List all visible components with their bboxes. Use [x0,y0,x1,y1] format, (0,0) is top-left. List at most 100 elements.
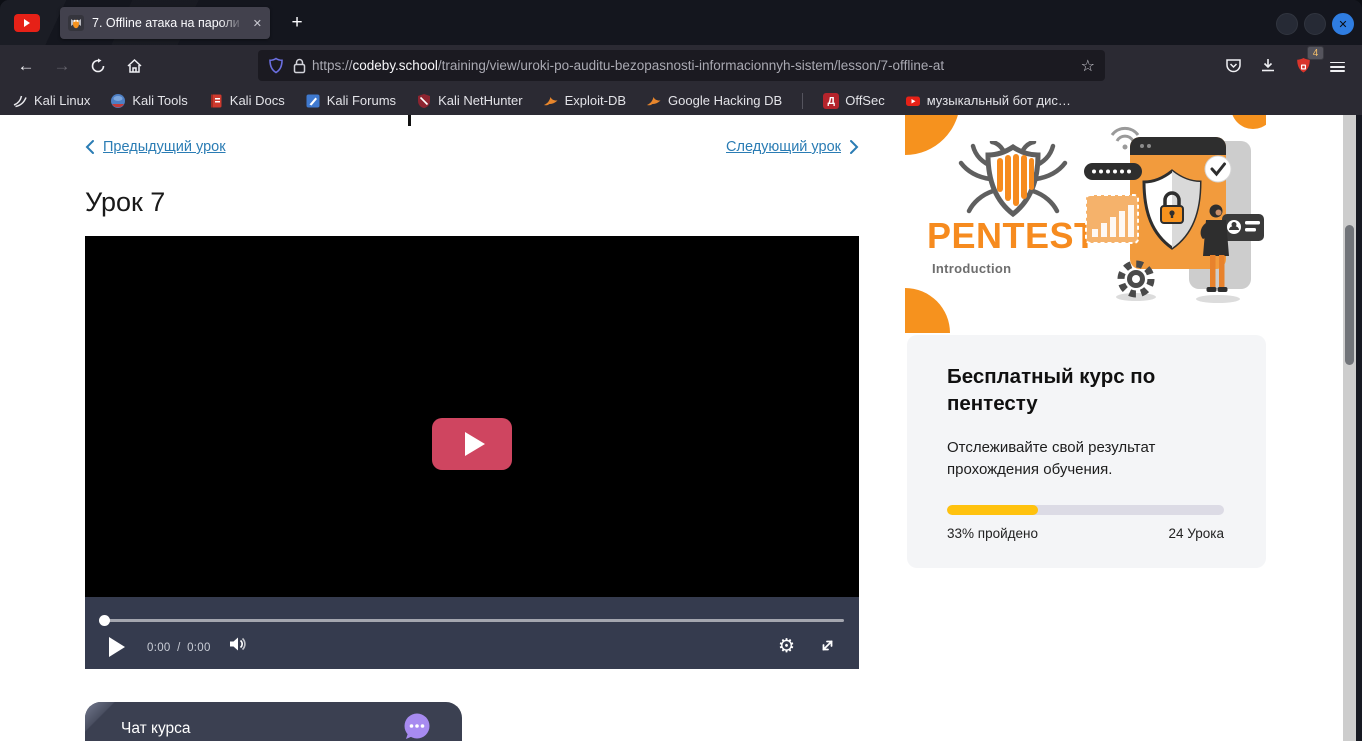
bookmark-kali-docs[interactable]: Kali Docs [208,93,285,109]
next-lesson-link[interactable]: Следующий урок [726,139,859,155]
fullscreen-icon [819,637,836,654]
home-icon [126,58,143,74]
bookmark-exploit-db[interactable]: Exploit-DB [543,93,626,108]
new-tab-button[interactable]: + [284,10,310,36]
exploitdb-bird-icon [543,94,559,108]
downloads-button[interactable] [1254,51,1282,79]
lessons-count-label: 24 Урока [1169,526,1224,541]
course-chat-widget[interactable]: Чат курса [85,702,462,741]
course-progress-card: Бесплатный курс по пентесту Отслеживайте… [907,335,1266,568]
youtube-play-icon [24,19,30,27]
page-scrollbar[interactable] [1343,115,1356,741]
volume-icon [228,635,248,653]
time-display: 0:00 / 0:00 [147,642,211,654]
play-icon [465,432,485,456]
progress-labels: 33% пройдено 24 Урока [947,526,1224,541]
course-title: Бесплатный курс по пентесту [947,363,1207,417]
home-button[interactable] [120,52,148,80]
browser-window: 7. Offline атака на пароли ✕ + ✕ ← → [0,0,1362,741]
pentest-spider-logo-icon [953,141,1073,221]
volume-button[interactable] [228,635,248,653]
url-domain: codeby.school [353,58,438,73]
url-scheme: https:// [312,58,353,73]
url-path: /training/view/uroki-po-auditu-bezopasno… [438,58,944,73]
chevron-left-icon [85,139,95,155]
progress-fill [947,505,1038,515]
seek-bar[interactable] [100,619,844,622]
tab-title: 7. Offline атака на пароли [92,16,249,30]
ghdb-bird-icon [646,94,662,108]
minimize-button[interactable] [1276,13,1298,35]
forward-button[interactable]: → [48,52,76,80]
reload-button[interactable] [84,52,112,80]
kali-dragon-icon [12,93,28,109]
total-time: 0:00 [187,642,211,654]
url-bar[interactable]: https://codeby.school/training/view/urok… [258,50,1105,81]
tracking-protection-shield-icon[interactable] [268,57,284,74]
course-banner: PENTEST Introduction [905,115,1266,333]
reload-icon [90,58,106,74]
bookmark-kali-tools[interactable]: Kali Tools [110,93,187,109]
kali-forums-icon [305,93,321,109]
current-time: 0:00 [147,642,171,654]
seek-handle[interactable] [99,615,110,626]
kali-nethunter-icon [416,93,432,109]
chat-bubble-icon[interactable] [402,712,432,741]
progress-bar [947,505,1224,515]
lesson-navigation: Предыдущий урок Следующий урок [85,139,859,159]
codeby-favicon-icon [68,15,84,31]
url-text: https://codeby.school/training/view/urok… [312,58,1073,73]
decor-circle [905,115,960,155]
previous-lesson-link[interactable]: Предыдущий урок [85,139,226,155]
play-button[interactable] [109,637,125,657]
titlebar: 7. Offline атака на пароли ✕ + ✕ [0,0,1362,45]
chat-title: Чат курса [121,720,191,738]
pocket-icon [1225,57,1242,74]
bookmark-music-bot[interactable]: музыкальный бот дис… [905,93,1071,109]
youtube-icon [905,93,921,109]
tab-close-icon[interactable]: ✕ [253,17,262,30]
clipped-heading-fragment [408,115,411,126]
pinned-tab-youtube[interactable] [14,14,40,32]
page-title: Урок 7 [85,187,165,218]
lock-icon[interactable] [293,58,306,74]
pentest-illustration [1084,119,1264,314]
page-viewport: Предыдущий урок Следующий урок Урок 7 0:… [0,115,1356,741]
brand-subtitle: Introduction [932,261,1011,276]
window-controls: ✕ [1276,13,1354,35]
navigation-toolbar: ← → https://codeby.school/training/view/… [0,45,1362,86]
active-tab[interactable]: 7. Offline атака на пароли ✕ [60,7,270,39]
big-play-button[interactable] [432,418,512,470]
bookmarks-separator [802,93,803,109]
bookmarks-bar: Kali Linux Kali Tools Kali Docs Kali F [0,86,1362,115]
brand-title: PENTEST [927,215,1097,257]
adblock-extension-button[interactable]: 4 [1289,51,1317,79]
fullscreen-button[interactable] [819,637,836,654]
pocket-button[interactable] [1219,51,1247,79]
bookmark-kali-linux[interactable]: Kali Linux [12,93,90,109]
extension-badge: 4 [1307,46,1324,60]
offsec-icon: Д [823,93,839,109]
chevron-right-icon [849,139,859,155]
menu-button[interactable] [1324,51,1352,79]
bookmark-google-hacking-db[interactable]: Google Hacking DB [646,93,782,108]
kali-tools-icon [110,93,126,109]
kali-docs-icon [208,93,224,109]
bookmark-kali-forums[interactable]: Kali Forums [305,93,396,109]
download-icon [1260,57,1276,74]
progress-percent-label: 33% пройдено [947,526,1038,541]
bookmark-offsec[interactable]: Д OffSec [823,93,885,109]
maximize-button[interactable] [1304,13,1326,35]
bookmark-star-icon[interactable]: ☆ [1081,56,1095,76]
player-controls: 0:00 / 0:00 ⚙ [85,597,859,669]
toolbar-right-icons: 4 [1219,51,1352,79]
scrollbar-thumb[interactable] [1345,225,1354,365]
decor-circle [905,288,950,333]
menu-icon [1330,62,1345,64]
bookmark-kali-nethunter[interactable]: Kali NetHunter [416,93,523,109]
video-player: 0:00 / 0:00 ⚙ [85,236,859,669]
video-display[interactable] [85,236,859,597]
close-button[interactable]: ✕ [1332,13,1354,35]
settings-button[interactable]: ⚙ [778,635,795,657]
back-button[interactable]: ← [12,52,40,80]
